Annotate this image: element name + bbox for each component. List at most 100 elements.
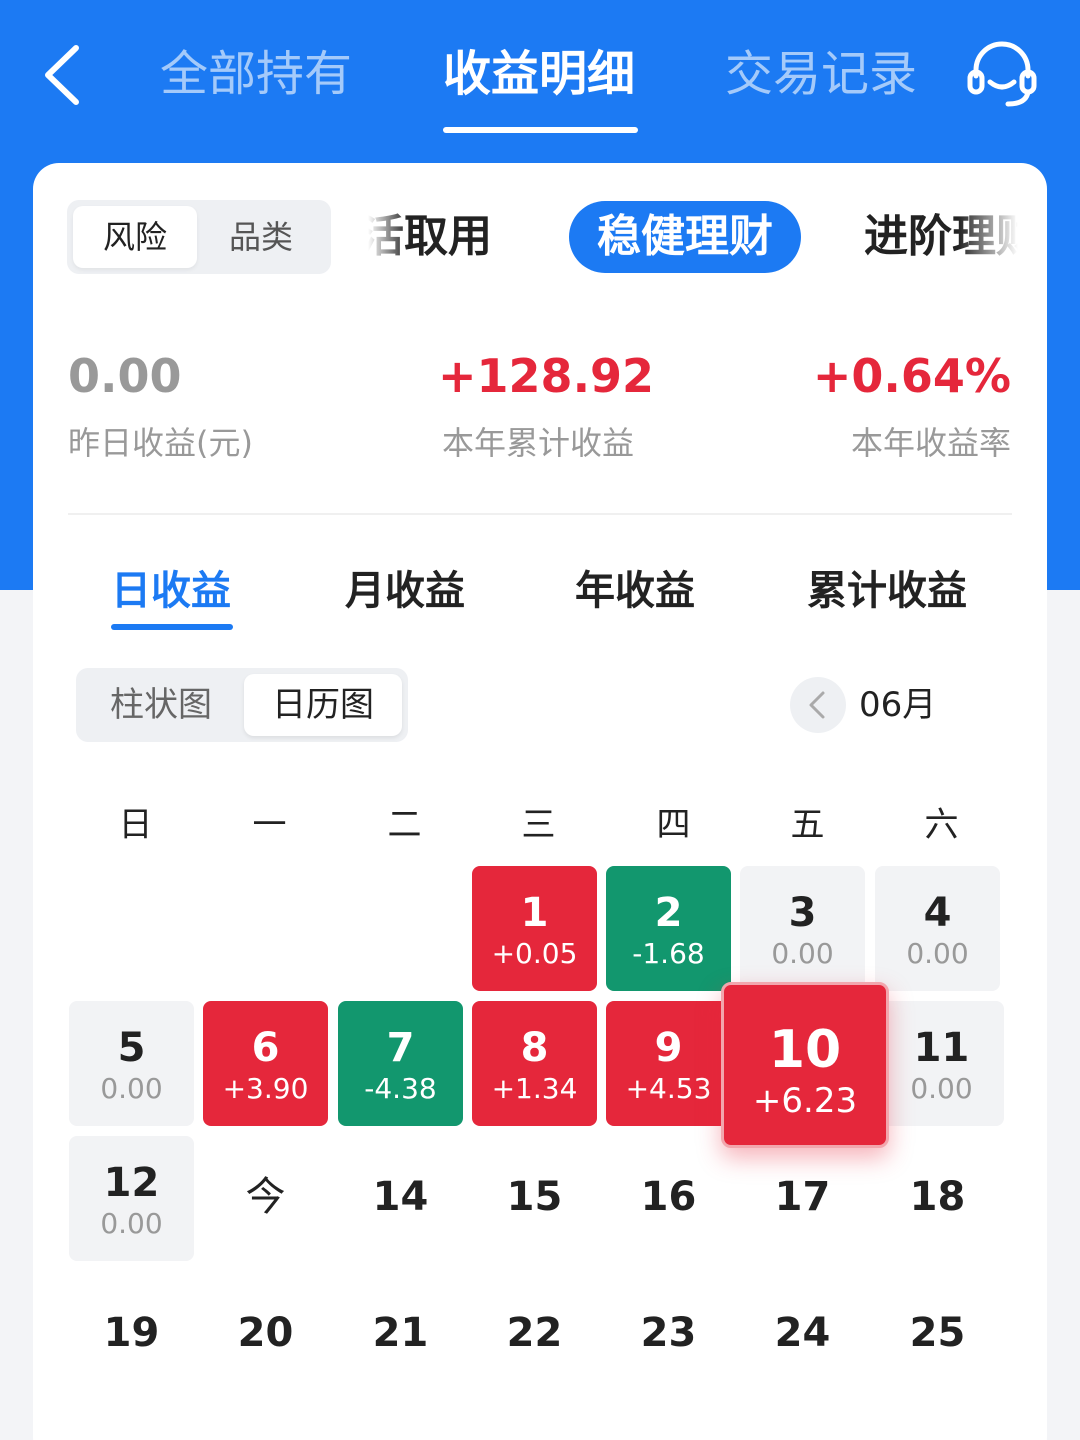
- year-total-label: 本年累计收益: [441, 424, 634, 462]
- day-earnings: +3.90: [222, 1072, 309, 1105]
- calendar-day[interactable]: 4 0.00: [875, 866, 1000, 991]
- day-earnings: 0.00: [910, 1072, 973, 1105]
- category-strip: 活取用 稳健理财 进阶理财: [368, 193, 1018, 283]
- year-rate-label: 本年收益率: [850, 424, 1011, 462]
- weekday-sun: 日: [118, 805, 153, 845]
- day-number: 24: [774, 1310, 831, 1356]
- day-earnings: -1.68: [632, 937, 705, 970]
- calendar-day-today[interactable]: 今: [203, 1136, 328, 1261]
- calendar-day[interactable]: 22: [472, 1272, 597, 1397]
- calendar-day[interactable]: 14: [338, 1136, 463, 1261]
- weekday-thu: 四: [656, 805, 691, 845]
- calendar-day[interactable]: 6 +3.90: [203, 1001, 328, 1126]
- chevron-left-icon: [45, 45, 79, 105]
- calendar-day[interactable]: 2 -1.68: [606, 866, 731, 991]
- day-earnings: +6.23: [752, 1081, 858, 1121]
- calendar-day[interactable]: 15: [472, 1136, 597, 1261]
- day-number: 20: [237, 1310, 294, 1356]
- calendar-day[interactable]: 5 0.00: [69, 1001, 194, 1126]
- current-month: 06月: [859, 685, 937, 725]
- calendar-day[interactable]: 24: [740, 1272, 865, 1397]
- day-number: 8: [520, 1025, 549, 1071]
- day-number: 2: [654, 890, 683, 936]
- day-number: 15: [506, 1174, 563, 1220]
- day-earnings: 0.00: [906, 937, 969, 970]
- calendar-day[interactable]: 21: [338, 1272, 463, 1397]
- tab-holdings[interactable]: 全部持有: [160, 44, 352, 104]
- calendar-day[interactable]: 7 -4.38: [338, 1001, 463, 1126]
- tab-monthly[interactable]: 月收益: [345, 563, 465, 619]
- calendar-day[interactable]: 9 +4.53: [606, 1001, 731, 1126]
- weekday-mon: 一: [252, 805, 287, 845]
- day-number: 19: [103, 1310, 160, 1356]
- day-number: 25: [909, 1310, 966, 1356]
- top-nav: 全部持有 收益明细 交易记录: [0, 0, 1080, 160]
- day-number: 9: [654, 1025, 683, 1071]
- strip-fade-right: [958, 193, 1018, 283]
- day-number: 16: [640, 1174, 697, 1220]
- tab-transactions[interactable]: 交易记录: [725, 44, 917, 104]
- day-number: 12: [103, 1160, 160, 1206]
- yesterday-earnings-label: 昨日收益(元): [68, 424, 253, 462]
- weekday-fri: 五: [790, 805, 825, 845]
- view-bar-chart[interactable]: 柱状图: [82, 674, 240, 736]
- calendar-day[interactable]: 11 0.00: [879, 1001, 1004, 1126]
- day-earnings: 0.00: [771, 937, 834, 970]
- day-number: 14: [372, 1174, 429, 1220]
- calendar-day[interactable]: 1 +0.05: [472, 866, 597, 991]
- weekday-sat: 六: [924, 805, 959, 845]
- year-total-value: +128.92: [438, 349, 655, 403]
- day-number: 18: [909, 1174, 966, 1220]
- day-number: 4: [923, 890, 952, 936]
- calendar-day[interactable]: 17: [740, 1136, 865, 1261]
- day-earnings: -4.38: [364, 1072, 437, 1105]
- previous-month-button[interactable]: [790, 677, 846, 733]
- chevron-left-icon: [809, 691, 825, 719]
- day-earnings: +1.34: [491, 1072, 578, 1105]
- headset-icon: [967, 41, 1037, 107]
- view-toggle: 柱状图 日历图: [76, 668, 408, 742]
- calendar-day[interactable]: 23: [606, 1272, 731, 1397]
- weekday-tue: 二: [387, 805, 422, 845]
- day-number: 10: [768, 1020, 842, 1080]
- tab-daily[interactable]: 日收益: [111, 563, 231, 619]
- day-earnings: 0.00: [100, 1207, 163, 1240]
- filter-segment: 风险 品类: [67, 200, 331, 274]
- customer-service-button[interactable]: [964, 36, 1040, 112]
- day-number: 1: [520, 890, 549, 936]
- day-number: 22: [506, 1310, 563, 1356]
- calendar-day[interactable]: 8 +1.34: [472, 1001, 597, 1126]
- earnings-card: 风险 品类 活取用 稳健理财 进阶理财 0.00 昨日收益(元) +128.92…: [33, 163, 1047, 1440]
- calendar-day[interactable]: 18: [875, 1136, 1000, 1261]
- calendar-day[interactable]: 19: [69, 1272, 194, 1397]
- day-number: 6: [251, 1025, 280, 1071]
- calendar-day[interactable]: 3 0.00: [740, 866, 865, 991]
- back-button[interactable]: [40, 42, 100, 108]
- calendar-day[interactable]: 16: [606, 1136, 731, 1261]
- tab-cumulative[interactable]: 累计收益: [807, 563, 967, 619]
- segment-category[interactable]: 品类: [199, 206, 323, 268]
- calendar-day[interactable]: 12 0.00: [69, 1136, 194, 1261]
- tab-earnings-detail[interactable]: 收益明细: [443, 44, 635, 104]
- day-number: 5: [117, 1025, 146, 1071]
- calendar-day[interactable]: 20: [203, 1272, 328, 1397]
- view-calendar[interactable]: 日历图: [244, 674, 402, 736]
- day-number: 17: [774, 1174, 831, 1220]
- category-stable[interactable]: 稳健理财: [569, 201, 801, 273]
- day-earnings: +0.05: [491, 937, 578, 970]
- day-number: 3: [788, 890, 817, 936]
- day-number: 7: [386, 1025, 415, 1071]
- calendar-day[interactable]: 25: [875, 1272, 1000, 1397]
- day-earnings: 0.00: [100, 1072, 163, 1105]
- day-number: 23: [640, 1310, 697, 1356]
- yesterday-earnings-value: 0.00: [68, 349, 182, 403]
- day-number: 今: [245, 1174, 286, 1220]
- strip-fade-left: [368, 193, 408, 283]
- year-rate-value: +0.64%: [812, 349, 1011, 403]
- calendar-day-selected[interactable]: 10 +6.23: [721, 982, 889, 1148]
- day-number: 11: [913, 1025, 970, 1071]
- segment-risk[interactable]: 风险: [73, 206, 197, 268]
- tab-yearly[interactable]: 年收益: [575, 563, 695, 619]
- day-earnings: +4.53: [625, 1072, 712, 1105]
- day-number: 21: [372, 1310, 429, 1356]
